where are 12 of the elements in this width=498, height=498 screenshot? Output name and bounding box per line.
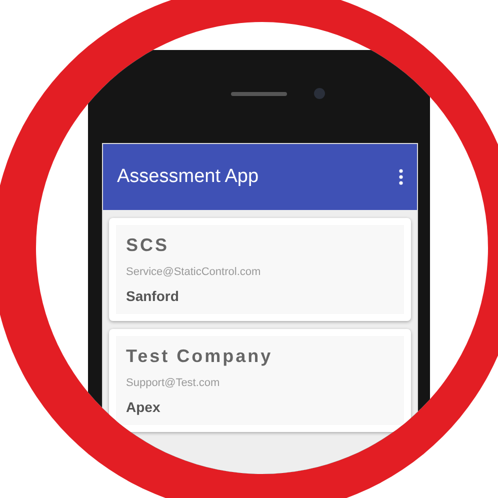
app-title: Assessment App xyxy=(117,166,259,188)
company-card[interactable]: SCS Service@StaticControl.com Sanford xyxy=(109,218,411,321)
company-city: Apex xyxy=(126,399,162,415)
company-card[interactable]: Test Company Support@Test.com Apex xyxy=(109,329,411,432)
more-menu-icon[interactable] xyxy=(399,169,403,185)
speaker-grille-icon xyxy=(231,92,287,96)
company-name: SCS xyxy=(126,235,170,256)
company-email: Service@StaticControl.com xyxy=(126,266,262,278)
company-city: Sanford xyxy=(126,288,180,304)
company-name: Test Company xyxy=(126,346,274,367)
camera-icon xyxy=(314,88,325,99)
company-email: Support@Test.com xyxy=(126,377,221,389)
